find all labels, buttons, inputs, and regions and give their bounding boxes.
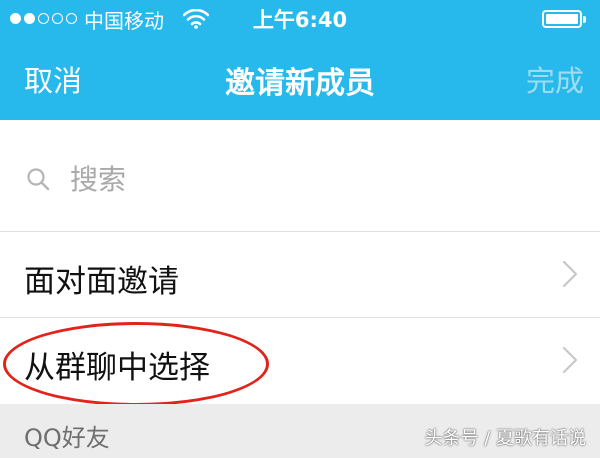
section-header-label: QQ好友 bbox=[24, 424, 110, 452]
status-bar: 中国移动 上午6:40 bbox=[0, 0, 600, 36]
done-button[interactable]: 完成 bbox=[526, 58, 584, 100]
search-bar[interactable]: 搜索 bbox=[0, 120, 600, 232]
watermark: 头条号 / 夏歌有话说 bbox=[424, 428, 586, 449]
page-title: 邀请新成员 bbox=[225, 66, 375, 101]
section-header-qq-friends: QQ好友 头条号 / 夏歌有话说 bbox=[0, 404, 600, 458]
menu-item-face-to-face-invite[interactable]: 面对面邀请 bbox=[0, 232, 600, 318]
search-icon bbox=[27, 168, 50, 191]
chevron-right-icon bbox=[562, 260, 578, 288]
highlight-circle-annotation bbox=[3, 322, 269, 406]
battery-fill bbox=[546, 14, 578, 24]
battery-cap bbox=[583, 16, 586, 23]
battery-icon bbox=[542, 10, 586, 28]
top-bar: 中国移动 上午6:40 取消 邀请新成员 完成 bbox=[0, 0, 600, 120]
search-input[interactable]: 搜索 bbox=[70, 158, 126, 198]
clock: 上午6:40 bbox=[252, 8, 348, 32]
menu-item-label: 面对面邀请 bbox=[24, 264, 179, 300]
chevron-right-icon bbox=[562, 346, 578, 374]
